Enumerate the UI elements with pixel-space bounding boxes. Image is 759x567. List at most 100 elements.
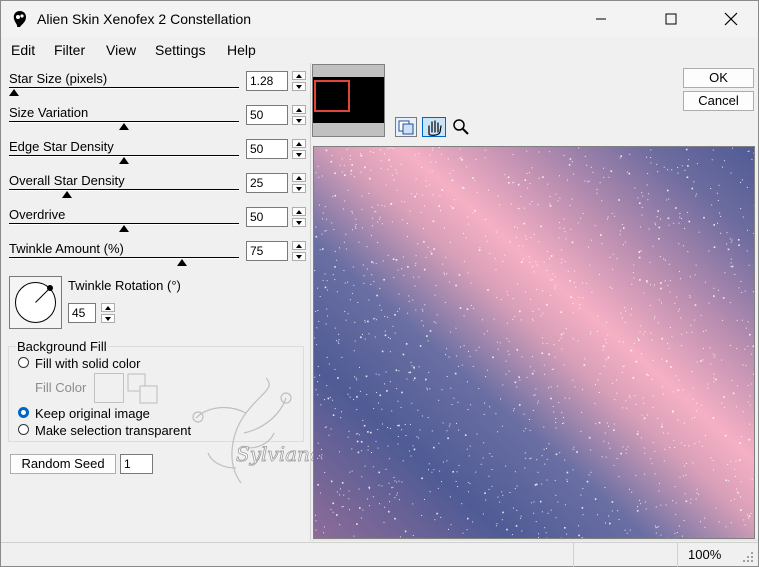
star-dot [484,149,486,151]
rotation-dial[interactable] [9,276,62,329]
star-dot [370,151,371,153]
slider-thumb[interactable] [61,191,72,198]
color-picker-icon[interactable] [127,373,159,405]
spin-down-button[interactable] [292,218,306,227]
slider-track[interactable] [9,189,239,191]
cancel-button[interactable]: Cancel [683,91,754,111]
star-dot [675,502,677,504]
slider-thumb[interactable] [8,89,19,96]
star-dot [532,311,534,312]
star-dot [715,507,717,509]
spin-down-button[interactable] [292,82,306,91]
spinner[interactable] [292,105,306,125]
close-button[interactable] [708,1,754,37]
resize-grip-icon[interactable] [742,551,754,563]
fill-solid-label[interactable]: Fill with solid color [35,356,140,371]
spin-up-button[interactable] [292,241,306,250]
star-dot [558,237,560,239]
spin-down-button[interactable] [292,116,306,125]
star-dot [532,320,534,322]
menu-settings[interactable]: Settings [155,42,206,58]
spin-up-button[interactable] [292,105,306,114]
star-dot [727,248,730,251]
spin-down-button[interactable] [101,314,115,323]
navigator-thumbnail[interactable] [312,64,385,137]
twinkle-rotation-input[interactable]: 45 [68,303,96,323]
star-dot [581,537,583,538]
navigator-selection[interactable] [314,80,350,112]
spinner[interactable] [292,173,306,193]
fill-color-swatch[interactable] [94,373,124,403]
zoom-tool-button[interactable] [450,117,472,137]
star-dot [362,333,363,335]
star-dot [611,212,613,214]
spinner[interactable] [292,241,306,261]
star-dot [384,506,386,508]
star-dot [376,392,378,393]
spin-up-button[interactable] [101,303,115,312]
ok-button[interactable]: OK [683,68,754,88]
star-dot [582,488,584,490]
star-dot [741,319,743,321]
star-dot [520,515,522,517]
star-dot [643,447,645,449]
keep-original-radio[interactable] [18,407,29,418]
keep-original-label[interactable]: Keep original image [35,406,150,421]
spinner[interactable] [292,139,306,159]
star-dot [364,166,366,169]
menu-filter[interactable]: Filter [54,42,85,58]
make-transparent-radio[interactable] [18,424,29,435]
star-dot [549,195,551,197]
edge-star-density-input[interactable]: 50 [246,139,288,159]
star-dot [644,331,646,333]
spin-down-button[interactable] [292,252,306,261]
star-size-input[interactable]: 1.28 [246,71,288,91]
hand-tool-button[interactable] [422,117,446,137]
slider-thumb[interactable] [119,225,129,232]
star-dot [427,417,429,418]
star-dot [368,486,371,489]
overall-star-density-input[interactable]: 25 [246,173,288,193]
random-seed-button[interactable]: Random Seed [10,454,116,474]
star-dot [585,282,587,284]
slider-thumb[interactable] [119,157,129,164]
spin-up-button[interactable] [292,71,306,80]
star-dot [566,481,568,482]
spinner[interactable] [292,71,306,91]
menu-edit[interactable]: Edit [11,42,35,58]
slider-track[interactable] [9,87,239,89]
menu-help[interactable]: Help [227,42,256,58]
star-dot [625,448,627,450]
slider-track[interactable] [9,257,239,259]
random-seed-input[interactable]: 1 [120,454,153,474]
star-dot [541,290,543,292]
spin-up-button[interactable] [292,207,306,216]
star-dot [457,401,459,403]
star-dot [367,445,369,447]
star-dot [660,282,662,284]
star-dot [670,366,672,368]
minimize-button[interactable] [578,1,624,37]
spinner[interactable] [101,303,115,323]
fill-solid-radio[interactable] [18,357,29,368]
overdrive-input[interactable]: 50 [246,207,288,227]
star-dot [639,499,640,501]
maximize-button[interactable] [648,1,694,37]
make-transparent-label[interactable]: Make selection transparent [35,423,191,438]
compare-tool-button[interactable] [395,117,417,137]
slider-thumb[interactable] [176,259,187,266]
star-dot [354,340,356,342]
spinner[interactable] [292,207,306,227]
preview-area[interactable] [313,146,755,539]
star-dot [466,529,468,531]
spin-up-button[interactable] [292,173,306,182]
spin-up-button[interactable] [292,139,306,148]
menu-view[interactable]: View [106,42,136,58]
spin-down-button[interactable] [292,150,306,159]
twinkle-amount-input[interactable]: 75 [246,241,288,261]
slider-thumb[interactable] [119,123,129,130]
spin-down-button[interactable] [292,184,306,193]
star-dot [570,296,572,298]
size-variation-input[interactable]: 50 [246,105,288,125]
star-dot [640,437,642,439]
